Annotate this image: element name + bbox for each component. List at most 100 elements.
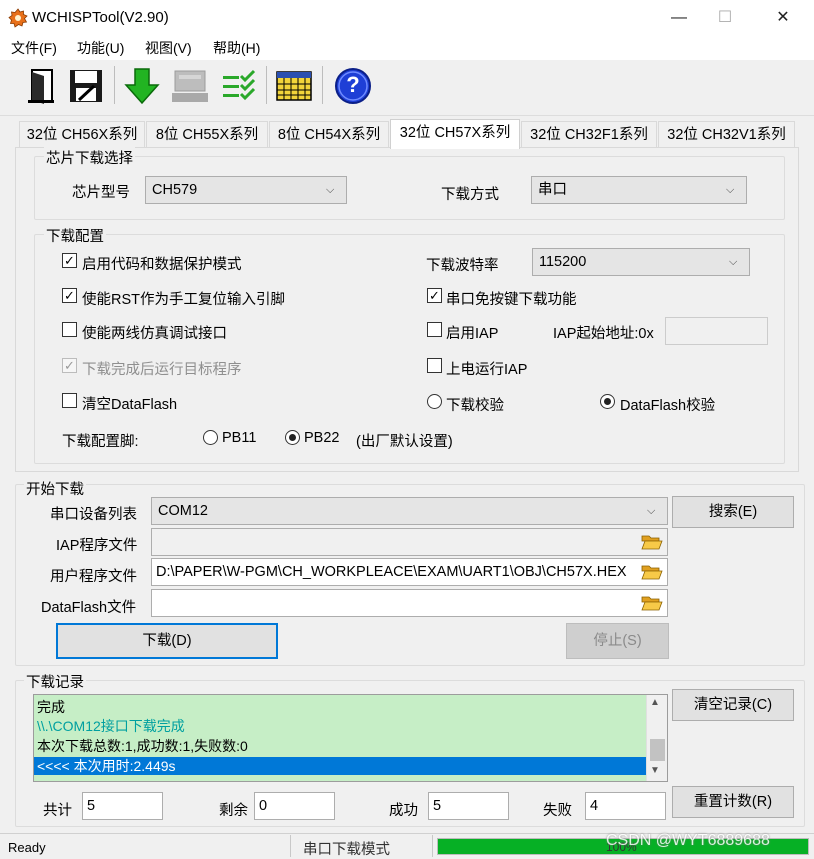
factory-default-note: (出厂默认设置): [356, 434, 453, 450]
help-glyph: ?: [346, 72, 360, 97]
status-mode: 串口下载模式: [303, 842, 390, 858]
chevron-down-icon: ⌵: [726, 184, 735, 196]
maximize-button[interactable]: ☐: [702, 0, 748, 36]
start-download-title: 开始下载: [24, 478, 86, 499]
port-list-select[interactable]: COM12 ⌵: [151, 497, 668, 525]
chip-model-select[interactable]: CH579 ⌵: [145, 176, 347, 204]
app-gear-icon: [8, 8, 28, 28]
total-value: 5: [82, 792, 163, 820]
rst-checkbox[interactable]: ✓: [62, 288, 77, 303]
pb22-radio[interactable]: [285, 430, 300, 445]
tab-ch54x[interactable]: 8位 CH54X系列: [269, 121, 389, 148]
radio-dot: [604, 398, 611, 405]
pb22-label: PB22: [304, 430, 340, 446]
verify-dataflash-label: DataFlash校验: [620, 398, 716, 414]
iap-address-label: IAP起始地址:0x: [553, 326, 654, 342]
port-list-value: COM12: [158, 503, 208, 519]
protect-label: 启用代码和数据保护模式: [82, 257, 242, 273]
tab-ch55x[interactable]: 8位 CH55X系列: [146, 121, 268, 148]
remain-label: 剩余: [219, 803, 248, 819]
minimize-button[interactable]: —: [656, 0, 702, 36]
twowire-checkbox[interactable]: [62, 322, 77, 337]
folder-open-icon[interactable]: [641, 563, 663, 581]
baud-rate-select[interactable]: 115200 ⌵: [532, 248, 750, 276]
chevron-down-icon: ⌵: [729, 256, 738, 268]
chip-model-value: CH579: [152, 182, 198, 198]
reset-count-button[interactable]: 重置计数(R): [672, 786, 794, 818]
no-key-download-label: 串口免按键下载功能: [446, 292, 577, 308]
iap-checkbox[interactable]: [427, 322, 442, 337]
close-button[interactable]: ✕: [760, 0, 806, 36]
toolbar-separator: [114, 66, 115, 104]
log-title: 下载记录: [24, 671, 86, 692]
download-mode-select[interactable]: 串口 ⌵: [531, 176, 747, 204]
iap-file-input[interactable]: [151, 528, 668, 556]
download-config-title: 下载配置: [44, 225, 106, 246]
baud-rate-value: 115200: [539, 254, 587, 270]
open-door-icon[interactable]: [22, 66, 62, 106]
port-list-label: 串口设备列表: [50, 507, 137, 523]
success-label: 成功: [389, 803, 418, 819]
scroll-up-icon[interactable]: ▲: [650, 697, 660, 708]
menu-view[interactable]: 视图(V): [145, 38, 192, 58]
log-line: 本次下载总数:1,成功数:1,失败数:0: [37, 738, 248, 754]
calendar-grid-icon[interactable]: [274, 66, 314, 106]
tab-ch32v1[interactable]: 32位 CH32V1系列: [658, 121, 795, 148]
menu-function[interactable]: 功能(U): [77, 38, 124, 58]
stop-button[interactable]: 停止(S): [566, 623, 669, 659]
user-file-label: 用户程序文件: [50, 569, 137, 585]
verify-download-radio[interactable]: [427, 394, 442, 409]
baud-rate-label: 下载波特率: [426, 258, 499, 274]
checklist-icon[interactable]: [219, 66, 259, 106]
menu-file[interactable]: 文件(F): [11, 38, 57, 58]
help-icon[interactable]: ?: [333, 66, 373, 106]
remain-value: 0: [254, 792, 335, 820]
run-after-label: 下载完成后运行目标程序: [82, 362, 242, 378]
success-value: 5: [428, 792, 509, 820]
tab-ch32f1[interactable]: 32位 CH32F1系列: [521, 121, 657, 148]
tab-ch56x[interactable]: 32位 CH56X系列: [19, 121, 145, 148]
log-list[interactable]: 完成 \\.\COM12接口下载完成 本次下载总数:1,成功数:1,失败数:0 …: [33, 694, 668, 782]
dataflash-file-input[interactable]: [151, 589, 668, 617]
iap-file-label: IAP程序文件: [56, 538, 138, 554]
log-scrollbar[interactable]: ▲ ▼: [646, 695, 667, 781]
power-iap-label: 上电运行IAP: [446, 362, 528, 378]
download-arrow-icon[interactable]: [122, 66, 162, 106]
search-button[interactable]: 搜索(E): [672, 496, 794, 528]
log-line: \\.\COM12接口下载完成: [37, 718, 185, 734]
menu-help[interactable]: 帮助(H): [213, 38, 260, 58]
status-divider: [290, 835, 291, 857]
clear-log-button[interactable]: 清空记录(C): [672, 689, 794, 721]
watermark: CSDN @WYT6889688: [606, 832, 770, 849]
log-line: 完成: [37, 699, 65, 715]
tab-ch57x[interactable]: 32位 CH57X系列: [390, 119, 520, 149]
save-disk-icon[interactable]: [66, 66, 106, 106]
scroll-down-icon[interactable]: ▼: [650, 765, 660, 776]
clear-dataflash-label: 清空DataFlash: [82, 397, 178, 413]
user-file-input[interactable]: D:\PAPER\W-PGM\CH_WORKPLEACE\EXAM\UART1\…: [151, 558, 668, 586]
scroll-thumb[interactable]: [650, 739, 665, 761]
config-pin-label: 下载配置脚:: [62, 434, 139, 450]
pb11-label: PB11: [222, 430, 257, 446]
log-line-selected: <<<< 本次用时:2.449s: [34, 757, 646, 775]
status-divider: [432, 835, 433, 857]
rst-label: 使能RST作为手工复位输入引脚: [82, 292, 285, 308]
status-text: Ready: [8, 840, 46, 855]
fail-value: 4: [585, 792, 666, 820]
verify-dataflash-radio[interactable]: [600, 394, 615, 409]
folder-open-icon[interactable]: [641, 533, 663, 551]
chip-model-label: 芯片型号: [72, 185, 130, 201]
no-key-download-checkbox[interactable]: ✓: [427, 288, 442, 303]
protect-checkbox[interactable]: ✓: [62, 253, 77, 268]
download-mode-value: 串口: [538, 182, 567, 198]
download-button[interactable]: 下载(D): [56, 623, 278, 659]
twowire-label: 使能两线仿真调试接口: [82, 326, 227, 342]
power-iap-checkbox[interactable]: [427, 358, 442, 373]
iap-address-input[interactable]: [665, 317, 768, 345]
radio-dot: [289, 434, 296, 441]
pb11-radio[interactable]: [203, 430, 218, 445]
folder-open-icon[interactable]: [641, 594, 663, 612]
verify-download-label: 下载校验: [446, 398, 504, 414]
clear-dataflash-checkbox[interactable]: [62, 393, 77, 408]
chevron-down-icon: ⌵: [647, 505, 656, 517]
